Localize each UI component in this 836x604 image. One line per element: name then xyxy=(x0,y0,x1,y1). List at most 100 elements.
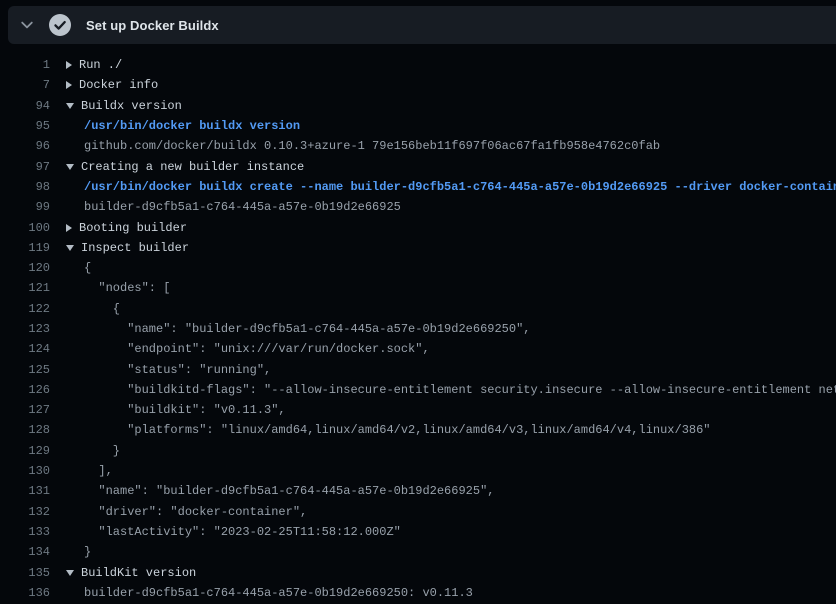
line-number[interactable]: 99 xyxy=(0,200,50,214)
step-title: Set up Docker Buildx xyxy=(86,18,219,33)
line-number[interactable]: 126 xyxy=(0,383,50,397)
log-text: github.com/docker/buildx 0.10.3+azure-1 … xyxy=(84,139,660,153)
line-content: "name": "builder-d9cfb5a1-c764-445a-a57e… xyxy=(84,484,494,498)
log-row: 129 } xyxy=(0,441,836,461)
line-number[interactable]: 129 xyxy=(0,444,50,458)
log-row: 95/usr/bin/docker buildx version xyxy=(0,116,836,136)
log-row: 136 builder-d9cfb5a1-c764-445a-a57e-0b19d… xyxy=(0,583,836,603)
log-row: 134} xyxy=(0,542,836,562)
log-text: ], xyxy=(84,464,113,478)
log-viewer: 1 Run ./ 7 Docker info 94 Buildx version 95/us… xyxy=(0,55,836,603)
line-number[interactable]: 7 xyxy=(0,78,50,92)
log-row: 132 "driver": "docker-container", xyxy=(0,502,836,522)
line-content: BuildKit version xyxy=(66,566,196,580)
triangle-down-icon[interactable] xyxy=(66,164,74,170)
line-number[interactable]: 98 xyxy=(0,180,50,194)
log-row: 122 { xyxy=(0,299,836,319)
step-header[interactable]: Set up Docker Buildx xyxy=(8,6,836,44)
log-row: 124 "endpoint": "unix:///var/run/docker.… xyxy=(0,339,836,359)
line-number[interactable]: 121 xyxy=(0,281,50,295)
log-text: "endpoint": "unix:///var/run/docker.sock… xyxy=(84,342,430,356)
log-text: "lastActivity": "2023-02-25T11:58:12.000… xyxy=(84,525,401,539)
line-number[interactable]: 95 xyxy=(0,119,50,133)
line-number[interactable]: 128 xyxy=(0,423,50,437)
line-content: github.com/docker/buildx 0.10.3+azure-1 … xyxy=(84,139,660,153)
line-number[interactable]: 134 xyxy=(0,545,50,559)
line-content: "driver": "docker-container", xyxy=(84,505,307,519)
log-group-row[interactable]: 100Booting builder xyxy=(0,217,836,237)
triangle-down-icon[interactable] xyxy=(66,103,74,109)
log-row: 126 "buildkitd-flags": "--allow-insecure… xyxy=(0,380,836,400)
line-content: } xyxy=(84,545,91,559)
line-number[interactable]: 100 xyxy=(0,221,50,235)
log-row: 96 github.com/docker/buildx 0.10.3+azure-… xyxy=(0,136,836,156)
line-number[interactable]: 133 xyxy=(0,525,50,539)
line-content: Run ./ xyxy=(66,58,122,72)
triangle-right-icon[interactable] xyxy=(66,61,72,69)
log-text: Buildx version xyxy=(81,99,182,113)
line-number[interactable]: 131 xyxy=(0,484,50,498)
log-text: "driver": "docker-container", xyxy=(84,505,307,519)
line-number[interactable]: 124 xyxy=(0,342,50,356)
triangle-down-icon[interactable] xyxy=(66,570,74,576)
log-group-row[interactable]: 135 BuildKit version xyxy=(0,562,836,582)
log-text: builder-d9cfb5a1-c764-445a-a57e-0b19d2e6… xyxy=(84,586,473,600)
triangle-down-icon[interactable] xyxy=(66,245,74,251)
log-text: builder-d9cfb5a1-c764-445a-a57e-0b19d2e6… xyxy=(84,200,401,214)
line-number[interactable]: 122 xyxy=(0,302,50,316)
log-row: 121 "nodes": [ xyxy=(0,278,836,298)
line-content: { xyxy=(84,261,91,275)
line-content: "lastActivity": "2023-02-25T11:58:12.000… xyxy=(84,525,401,539)
line-content: /usr/bin/docker buildx create --name bui… xyxy=(84,180,836,194)
line-number[interactable]: 120 xyxy=(0,261,50,275)
log-group-row[interactable]: 94 Buildx version xyxy=(0,96,836,116)
line-content: "name": "builder-d9cfb5a1-c764-445a-a57e… xyxy=(84,322,530,336)
log-text: BuildKit version xyxy=(81,566,196,580)
line-number[interactable]: 97 xyxy=(0,160,50,174)
line-content: Inspect builder xyxy=(66,241,189,255)
line-content: "nodes": [ xyxy=(84,281,170,295)
log-row: 99 builder-d9cfb5a1-c764-445a-a57e-0b19d2… xyxy=(0,197,836,217)
triangle-right-icon[interactable] xyxy=(66,224,72,232)
log-text: "name": "builder-d9cfb5a1-c764-445a-a57e… xyxy=(84,484,494,498)
line-number[interactable]: 119 xyxy=(0,241,50,255)
log-text: Inspect builder xyxy=(81,241,189,255)
log-row: 125 "status": "running", xyxy=(0,359,836,379)
line-number[interactable]: 136 xyxy=(0,586,50,600)
line-content: builder-d9cfb5a1-c764-445a-a57e-0b19d2e6… xyxy=(84,200,401,214)
line-number[interactable]: 96 xyxy=(0,139,50,153)
line-content: builder-d9cfb5a1-c764-445a-a57e-0b19d2e6… xyxy=(84,586,473,600)
line-number[interactable]: 94 xyxy=(0,99,50,113)
chevron-down-icon[interactable] xyxy=(8,6,46,44)
line-number[interactable]: 130 xyxy=(0,464,50,478)
log-group-row[interactable]: 7 Docker info xyxy=(0,75,836,95)
log-text: Run ./ xyxy=(79,58,122,72)
log-group-row[interactable]: 1 Run ./ xyxy=(0,55,836,75)
line-content: Buildx version xyxy=(66,99,182,113)
log-text: { xyxy=(84,261,91,275)
log-row: 128 "platforms": "linux/amd64,linux/amd6… xyxy=(0,420,836,440)
log-text: "status": "running", xyxy=(84,363,271,377)
log-text: Docker info xyxy=(79,78,158,92)
line-number[interactable]: 123 xyxy=(0,322,50,336)
line-content: { xyxy=(84,302,120,316)
line-number[interactable]: 1 xyxy=(0,58,50,72)
line-content: } xyxy=(84,444,120,458)
log-text: } xyxy=(84,444,120,458)
line-number[interactable]: 125 xyxy=(0,363,50,377)
log-text: Creating a new builder instance xyxy=(81,160,304,174)
line-content: "platforms": "linux/amd64,linux/amd64/v2… xyxy=(84,423,711,437)
line-content: "endpoint": "unix:///var/run/docker.sock… xyxy=(84,342,430,356)
log-row: 120 { xyxy=(0,258,836,278)
line-number[interactable]: 132 xyxy=(0,505,50,519)
line-number[interactable]: 127 xyxy=(0,403,50,417)
log-text: /usr/bin/docker buildx version xyxy=(84,119,300,133)
line-number[interactable]: 135 xyxy=(0,566,50,580)
line-content: /usr/bin/docker buildx version xyxy=(84,119,300,133)
triangle-right-icon[interactable] xyxy=(66,81,72,89)
line-content: "status": "running", xyxy=(84,363,271,377)
log-group-row[interactable]: 97 Creating a new builder instance xyxy=(0,156,836,176)
log-text: "buildkitd-flags": "--allow-insecure-ent… xyxy=(84,383,836,397)
line-content: "buildkitd-flags": "--allow-insecure-ent… xyxy=(84,383,836,397)
log-group-row[interactable]: 119 Inspect builder xyxy=(0,238,836,258)
